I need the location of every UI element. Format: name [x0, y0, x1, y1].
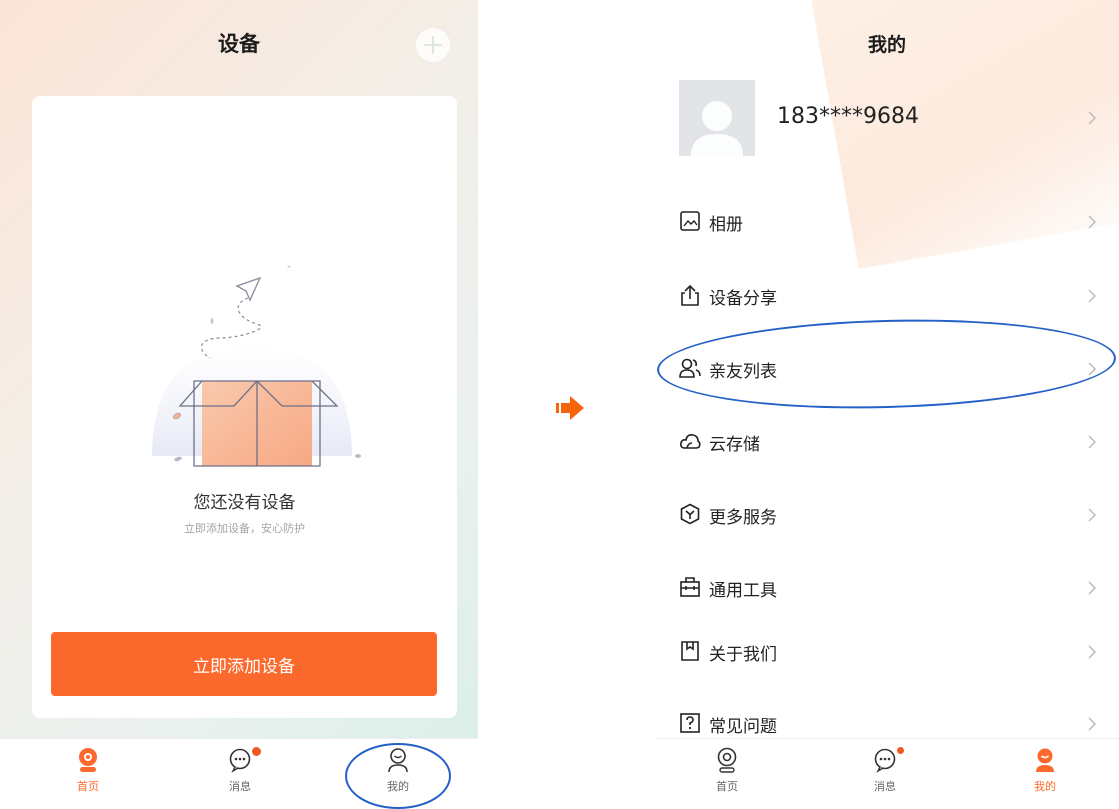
services-icon: [680, 503, 700, 525]
menu-label: 相册: [709, 215, 743, 235]
account-phone[interactable]: 183****9684: [777, 104, 919, 129]
avatar[interactable]: [679, 80, 755, 156]
menu-item-faq[interactable]: 常见问题: [655, 702, 1119, 742]
page-title: 我的: [867, 34, 906, 56]
tab-messages-label: 消息: [229, 780, 251, 793]
menu-label: 云存储: [709, 435, 760, 455]
plus-icon[interactable]: [416, 28, 450, 62]
tab-mine[interactable]: 我的: [1005, 747, 1085, 794]
menu-label: 更多服务: [709, 508, 777, 528]
menu-label: 通用工具: [709, 581, 777, 601]
tab-messages[interactable]: 消息: [845, 747, 925, 794]
empty-state-subtitle: 立即添加设备，安心防护: [184, 522, 305, 535]
unread-badge: [252, 747, 261, 756]
menu-label: 关于我们: [709, 645, 777, 665]
menu-item-album[interactable]: 相册: [655, 200, 1119, 240]
cloud-icon: [680, 434, 701, 449]
annotation-circle-mine: [345, 743, 451, 809]
tab-home[interactable]: 首页: [687, 747, 767, 794]
chevron-right-icon: [1088, 508, 1096, 522]
tab-home[interactable]: 首页: [48, 747, 128, 794]
tab-home-label: 首页: [77, 780, 99, 793]
add-device-button[interactable]: 立即添加设备: [51, 632, 437, 696]
chevron-right-icon: [1088, 581, 1096, 595]
chevron-right-icon: [1088, 289, 1096, 303]
chevron-right-icon: [1088, 717, 1096, 731]
menu-item-more-services[interactable]: 更多服务: [655, 493, 1119, 533]
share-icon: [681, 284, 699, 306]
tab-bar: 首页 消息 我的: [655, 738, 1119, 809]
empty-box-illustration: [152, 266, 361, 467]
album-icon: [680, 211, 700, 231]
menu-label: 设备分享: [709, 289, 777, 309]
tab-home-label: 首页: [716, 780, 738, 793]
toolbox-icon: [680, 577, 700, 597]
page-title: 设备: [218, 32, 260, 56]
menu-item-general-tools[interactable]: 通用工具: [655, 566, 1119, 606]
menu-label: 常见问题: [709, 717, 777, 737]
message-icon: [874, 748, 896, 773]
user-icon: [1036, 748, 1054, 772]
chevron-right-icon: [1088, 215, 1096, 229]
chevron-right-icon: [1088, 435, 1096, 449]
tab-mine-label: 我的: [1034, 780, 1056, 793]
menu-item-about-us[interactable]: 关于我们: [655, 630, 1119, 670]
devices-screen: 设备 您还没有设备 立即添加设备，安心防护 立即添加设备 首页 消息 我的: [0, 0, 478, 809]
menu-item-cloud-storage[interactable]: 云存储: [655, 420, 1119, 460]
unread-badge: [897, 747, 904, 754]
empty-state-card: 您还没有设备 立即添加设备，安心防护: [32, 96, 457, 718]
chevron-right-icon[interactable]: [1087, 110, 1097, 126]
arrow-right-icon: [556, 396, 584, 420]
tab-messages[interactable]: 消息: [200, 747, 280, 794]
faq-icon: [680, 713, 700, 733]
chevron-right-icon: [1088, 645, 1096, 659]
message-icon: [229, 748, 251, 773]
tab-messages-label: 消息: [874, 780, 896, 793]
camera-home-icon: [717, 747, 737, 773]
camera-home-icon: [79, 748, 97, 772]
about-icon: [681, 641, 699, 661]
menu-item-device-share[interactable]: 设备分享: [655, 274, 1119, 314]
empty-state-title: 您还没有设备: [193, 493, 296, 513]
